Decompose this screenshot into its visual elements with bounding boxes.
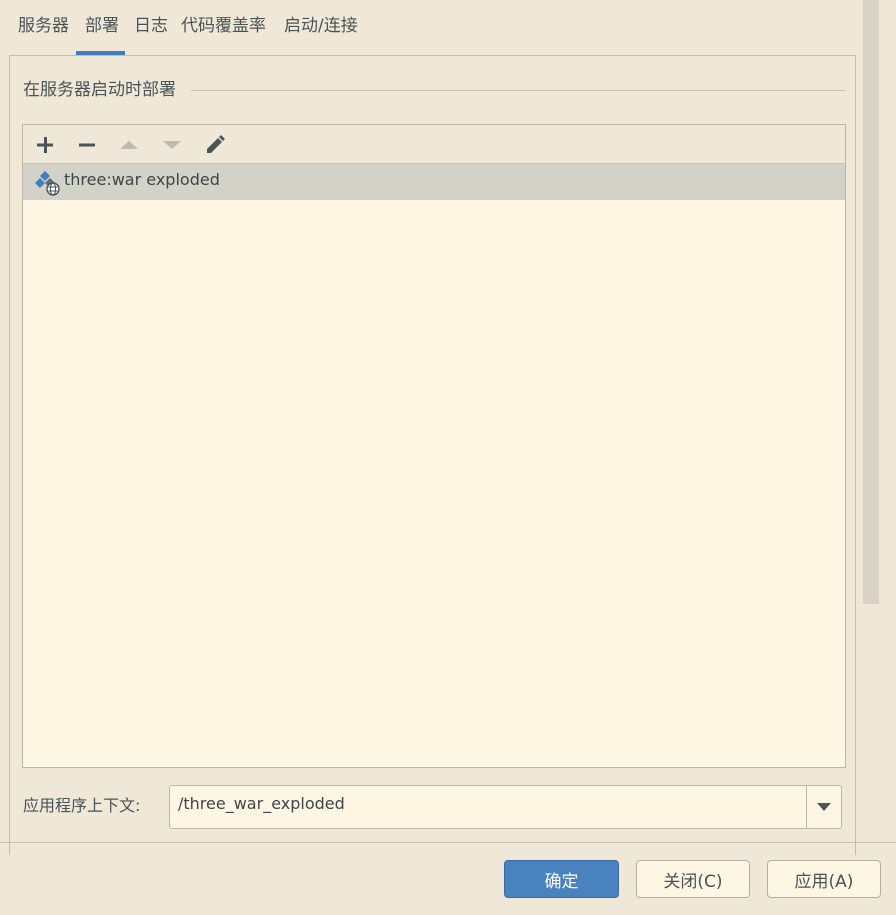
list-item[interactable]: three:war exploded (23, 163, 845, 200)
tab-deployment[interactable]: 部署 (85, 14, 119, 38)
list-toolbar (23, 125, 845, 163)
tab-code-coverage[interactable]: 代码覆盖率 (181, 14, 266, 38)
deployment-list: three:war exploded (22, 124, 846, 768)
tab-bar: 服务器 部署 日志 代码覆盖率 启动/连接 (0, 0, 860, 56)
move-down-icon (163, 141, 181, 149)
move-up-button[interactable] (115, 131, 143, 159)
add-button[interactable] (31, 131, 59, 159)
group-title: 在服务器启动时部署 (23, 80, 176, 100)
move-down-button[interactable] (158, 131, 186, 159)
edit-icon (207, 135, 225, 153)
move-up-icon (120, 141, 138, 149)
list-item-label: three:war exploded (64, 170, 220, 189)
tab-server[interactable]: 服务器 (18, 14, 69, 38)
close-button[interactable]: 关闭(C) (636, 860, 750, 898)
edit-button[interactable] (201, 131, 229, 159)
group-divider (191, 90, 845, 91)
tab-startup-connection[interactable]: 启动/连接 (284, 14, 358, 38)
tab-logs[interactable]: 日志 (134, 14, 168, 38)
remove-button[interactable] (73, 131, 101, 159)
context-label: 应用程序上下文: (23, 796, 141, 815)
combo-dropdown-button[interactable] (807, 786, 841, 828)
context-value[interactable]: /three_war_exploded (178, 794, 345, 813)
footer-divider (0, 842, 896, 843)
chevron-down-icon (817, 803, 831, 811)
add-icon (37, 137, 53, 153)
artifact-web-icon (35, 171, 60, 196)
ok-button[interactable]: 确定 (504, 860, 619, 898)
remove-icon (79, 143, 95, 147)
apply-button[interactable]: 应用(A) (767, 860, 881, 898)
scrollbar[interactable] (863, 0, 879, 604)
context-combobox[interactable]: /three_war_exploded (169, 785, 842, 829)
